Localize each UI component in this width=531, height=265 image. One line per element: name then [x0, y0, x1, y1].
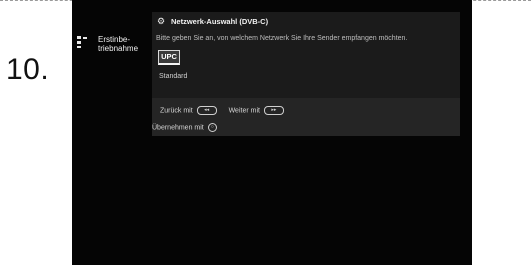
network-option-label: Standard: [159, 73, 188, 80]
network-option-label: UPC: [161, 52, 177, 61]
rewind-key-icon: ◂◂: [196, 106, 217, 115]
panel-header: ⚙ Netzwerk-Auswahl (DVB-C): [152, 15, 460, 28]
next-hint[interactable]: Weiter mit ▸▸: [229, 106, 288, 115]
next-label: Weiter mit: [228, 107, 260, 115]
setup-grid-icon: [77, 36, 87, 48]
network-selection-panel: ⚙ Netzwerk-Auswahl (DVB-C) Bitte geben S…: [152, 12, 460, 136]
navigation-hints: Zurück mit ◂◂ Weiter mit ▸▸ Übernehmen m…: [152, 98, 460, 136]
back-label: Zurück mit: [160, 107, 193, 115]
network-option-standard[interactable]: Standard: [159, 73, 187, 80]
step-number: 10.: [6, 53, 50, 86]
nav-row: Zurück mit ◂◂ Weiter mit ▸▸: [160, 106, 294, 115]
panel-title: Netzwerk-Auswahl (DVB-C): [171, 17, 269, 26]
apply-label: Übernehmen mit: [152, 124, 204, 132]
network-option-upc[interactable]: UPC: [158, 50, 180, 65]
back-hint[interactable]: Zurück mit ◂◂: [160, 106, 221, 115]
ok-key-icon: ○: [207, 123, 217, 132]
forward-key-icon: ▸▸: [263, 106, 284, 115]
apply-hint[interactable]: Übernehmen mit ○: [152, 123, 217, 132]
panel-description: Bitte geben Sie an, von welchem Netzwerk…: [156, 35, 408, 42]
gear-icon: ⚙: [157, 16, 166, 26]
sidebar-item-label: Erstinbe-triebnahme: [98, 35, 139, 53]
tv-screen: Erstinbe-triebnahme ⚙ Netzwerk-Auswahl (…: [72, 0, 472, 265]
sidebar-item-erstinbetriebnahme[interactable]: Erstinbe-triebnahme: [98, 35, 146, 53]
